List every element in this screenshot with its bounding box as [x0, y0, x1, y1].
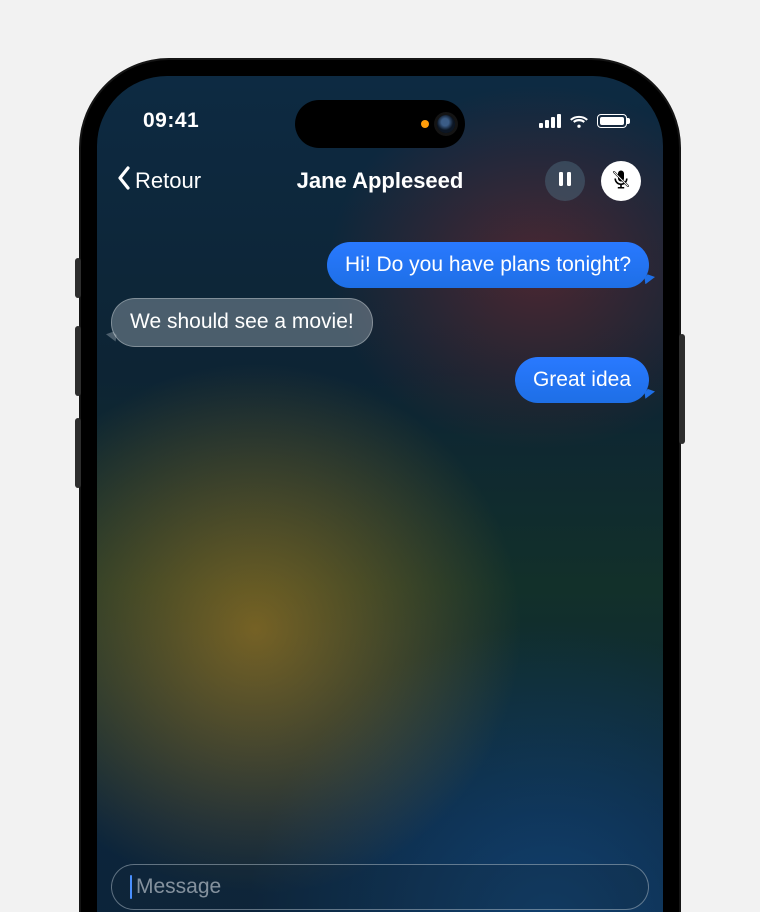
cellular-signal-icon	[539, 114, 561, 128]
nav-bar: Retour Jane Appleseed	[97, 154, 663, 208]
battery-icon	[597, 114, 627, 128]
volume-down-button	[75, 418, 81, 488]
text-caret	[130, 875, 132, 899]
back-label: Retour	[135, 168, 201, 194]
message-placeholder: Message	[136, 875, 221, 899]
contact-name: Jane Appleseed	[297, 168, 464, 194]
side-button	[75, 258, 81, 298]
status-bar: 09:41	[97, 76, 663, 148]
message-bubble-outgoing[interactable]: Hi! Do you have plans tonight?	[327, 242, 649, 288]
conversation[interactable]: Hi! Do you have plans tonight? We should…	[97, 226, 663, 912]
mute-mic-button[interactable]	[601, 161, 641, 201]
message-bubble-outgoing[interactable]: Great idea	[515, 357, 649, 403]
pause-icon	[555, 169, 575, 194]
mic-off-icon	[611, 169, 631, 194]
device-frame: 09:41 Retour	[79, 58, 681, 912]
power-button	[679, 334, 685, 444]
message-bubble-incoming[interactable]: We should see a movie!	[111, 298, 373, 346]
status-time: 09:41	[143, 109, 199, 133]
volume-up-button	[75, 326, 81, 396]
pause-button[interactable]	[545, 161, 585, 201]
back-button[interactable]: Retour	[115, 164, 201, 198]
screen: 09:41 Retour	[97, 76, 663, 912]
wifi-icon	[569, 113, 589, 129]
message-input[interactable]: Message	[111, 864, 649, 910]
chevron-left-icon	[115, 164, 133, 198]
